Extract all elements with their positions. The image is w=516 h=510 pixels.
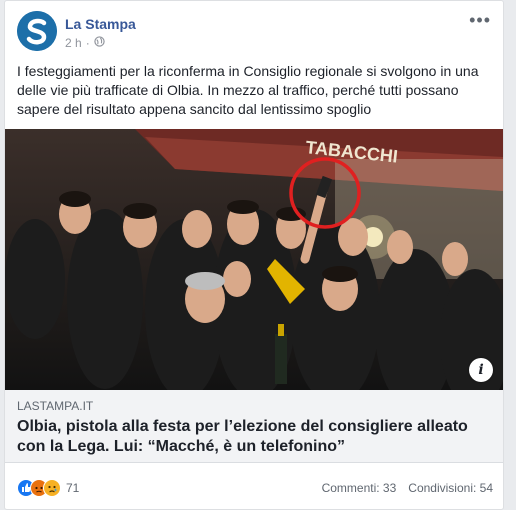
post-image[interactable]: TABACCHI i	[5, 129, 503, 390]
post-footer: 71 Commenti: 33 Condivisioni: 54	[17, 477, 493, 499]
post-time[interactable]: 2 h	[65, 36, 82, 50]
sad-icon	[43, 479, 61, 497]
reactions-summary[interactable]: 71	[17, 479, 79, 497]
post-text: I festeggiamenti per la riconferma in Co…	[17, 63, 479, 117]
shares-count[interactable]: Condivisioni: 54	[408, 481, 493, 495]
la-stampa-logo-icon[interactable]	[17, 11, 57, 51]
post-meta: 2 h ·	[65, 36, 105, 50]
info-icon[interactable]: i	[469, 358, 493, 382]
link-preview[interactable]: LASTAMPA.IT Olbia, pistola alla festa pe…	[5, 390, 503, 463]
crowd-photo: TABACCHI	[5, 129, 503, 390]
globe-icon	[94, 36, 105, 50]
link-domain: LASTAMPA.IT	[17, 399, 94, 413]
comments-count[interactable]: Commenti: 33	[322, 481, 397, 495]
link-headline[interactable]: Olbia, pistola alla festa per l’elezione…	[17, 417, 495, 457]
page-name[interactable]: La Stampa	[65, 16, 136, 32]
reaction-count: 71	[66, 481, 80, 495]
more-options-icon[interactable]: •••	[469, 11, 491, 29]
post-stats: Commenti: 33 Condivisioni: 54	[322, 481, 493, 495]
feed-post: La Stampa 2 h · ••• I festeggiamenti per…	[4, 0, 504, 510]
post-header: La Stampa 2 h · •••	[17, 11, 493, 55]
meta-separator: ·	[85, 36, 90, 50]
